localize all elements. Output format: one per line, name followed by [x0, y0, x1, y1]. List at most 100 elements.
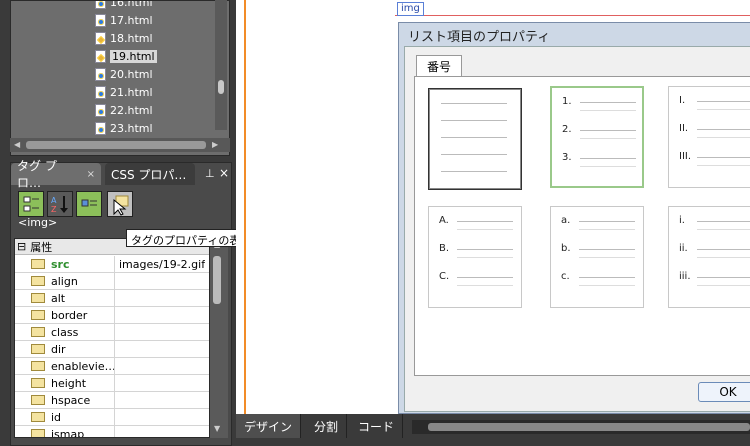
sort-az-button[interactable]: AZ	[47, 191, 73, 217]
property-row-class[interactable]: class	[15, 323, 209, 341]
file-item-19[interactable]: 19.html	[95, 47, 157, 65]
panel-close-icon[interactable]: ×	[219, 166, 229, 180]
tab-css-properties[interactable]: CSS プロパ…	[105, 163, 195, 185]
categorized-view-button[interactable]	[18, 191, 44, 217]
attribute-icon	[31, 412, 45, 422]
file-item-16[interactable]: 16.html	[95, 1, 153, 11]
style-preview-line	[697, 101, 750, 102]
property-value[interactable]: images/19-2.gif	[115, 258, 205, 271]
file-item-18[interactable]: 18.html	[95, 29, 153, 47]
property-name: ismap	[51, 427, 85, 438]
style-marker: a.	[561, 215, 571, 226]
style-marker: 3.	[562, 152, 572, 163]
numbering-style-upper-roman[interactable]: I. II. III.	[668, 86, 750, 188]
tab-design-view[interactable]: デザイン	[236, 414, 302, 438]
file-item-22[interactable]: 22.html	[95, 101, 153, 119]
style-preview-line	[697, 249, 750, 250]
property-row-id[interactable]: id	[15, 408, 209, 426]
property-row-align[interactable]: align	[15, 272, 209, 290]
style-preview-subline	[457, 285, 513, 286]
style-preview-subline	[580, 110, 636, 111]
categorized-icon	[23, 196, 39, 212]
file-list-hscroll-thumb[interactable]	[26, 141, 206, 149]
style-preview-line	[579, 221, 635, 222]
property-row-height[interactable]: height	[15, 374, 209, 392]
tab-tag-properties[interactable]: タグ プロ… ×	[11, 159, 101, 190]
scroll-down-arrow-icon[interactable]: ▼	[214, 424, 220, 433]
scroll-left-arrow-icon[interactable]: ◀	[14, 140, 20, 149]
numbering-style-lower-alpha[interactable]: a. b. c.	[550, 206, 644, 308]
tab-split-view[interactable]: 分割	[306, 414, 348, 438]
ok-button[interactable]: OK	[698, 382, 750, 402]
file-list-scroll-thumb[interactable]	[218, 80, 224, 94]
attribute-icon	[31, 395, 45, 405]
style-marker: iii.	[679, 271, 691, 282]
selected-tag-name: <img>	[18, 216, 58, 229]
file-item-20[interactable]: 20.html	[95, 65, 153, 83]
pin-icon[interactable]: ⊥	[205, 167, 215, 180]
style-preview-subline	[697, 257, 750, 258]
style-preview-subline	[697, 137, 750, 138]
property-name: align	[51, 274, 78, 288]
tag-properties-cursor-icon	[113, 195, 129, 216]
collapse-icon[interactable]: ⊟	[17, 240, 26, 253]
property-row-hspace[interactable]: hspace	[15, 391, 209, 409]
file-item-23[interactable]: 23.html	[95, 119, 153, 137]
style-preview-line	[580, 102, 636, 103]
style-preview-subline	[579, 285, 635, 286]
style-preview-line	[441, 103, 507, 104]
tab-css-properties-label: CSS プロパ…	[111, 167, 187, 182]
html-edit-icon	[95, 49, 106, 63]
file-list-vertical-scrollbar[interactable]	[215, 0, 227, 130]
margin-guide-line	[244, 0, 246, 414]
numbering-style-none[interactable]	[428, 88, 522, 190]
html-file-icon	[95, 67, 106, 81]
numbering-style-upper-alpha[interactable]: A. B. C.	[428, 206, 522, 308]
property-name: height	[51, 376, 87, 390]
img-tag-selector[interactable]: img	[397, 2, 424, 16]
tab-numbering[interactable]: 番号	[416, 55, 462, 77]
property-row-alt[interactable]: alt	[15, 289, 209, 307]
html-edit-icon	[95, 31, 106, 45]
property-row-src[interactable]: src images/19-2.gif	[15, 255, 209, 273]
property-grid-scroll-thumb[interactable]	[213, 256, 221, 304]
attribute-icon	[31, 344, 45, 354]
style-marker: 1.	[562, 96, 572, 107]
html-file-icon	[95, 13, 106, 27]
file-item-17[interactable]: 17.html	[95, 11, 153, 29]
property-list-icon	[81, 199, 97, 207]
property-name: src	[51, 257, 70, 271]
show-tag-properties-button[interactable]	[107, 191, 133, 217]
style-preview-line	[697, 129, 750, 130]
property-name: id	[51, 410, 62, 424]
tab-close-icon[interactable]: ×	[87, 169, 95, 180]
style-preview-subline	[697, 285, 750, 286]
html-file-icon	[95, 103, 106, 117]
style-preview-subline	[580, 138, 636, 139]
property-name: alt	[51, 291, 66, 305]
tab-tag-properties-label: タグ プロ…	[17, 159, 57, 190]
property-row-ismap[interactable]: ismap	[15, 425, 209, 438]
style-marker: B.	[439, 243, 450, 254]
tab-code-view[interactable]: コード	[350, 414, 404, 438]
scroll-right-arrow-icon[interactable]: ▶	[212, 140, 218, 149]
property-name: enablevie…	[51, 359, 115, 373]
style-preview-line	[580, 158, 636, 159]
style-preview-line	[441, 154, 507, 155]
attribute-icon	[31, 259, 45, 269]
design-hscroll-thumb[interactable]	[428, 423, 750, 431]
property-row-enableview[interactable]: enablevie…	[15, 357, 209, 375]
property-row-dir[interactable]: dir	[15, 340, 209, 358]
dialog-title: リスト項目のプロパティ	[408, 30, 551, 45]
svg-text:Z: Z	[51, 205, 57, 214]
numbering-style-arabic[interactable]: 1. 2. 3.	[550, 86, 644, 188]
numbering-style-lower-roman[interactable]: i. ii. iii.	[668, 206, 750, 308]
property-name: dir	[51, 342, 66, 356]
sort-az-icon: AZ	[51, 196, 68, 214]
show-set-properties-button[interactable]	[76, 191, 102, 217]
style-preview-line	[441, 120, 507, 121]
html-file-icon	[95, 121, 106, 135]
file-item-21[interactable]: 21.html	[95, 83, 153, 101]
property-row-border[interactable]: border	[15, 306, 209, 324]
attributes-section-label: 属性	[30, 240, 53, 254]
